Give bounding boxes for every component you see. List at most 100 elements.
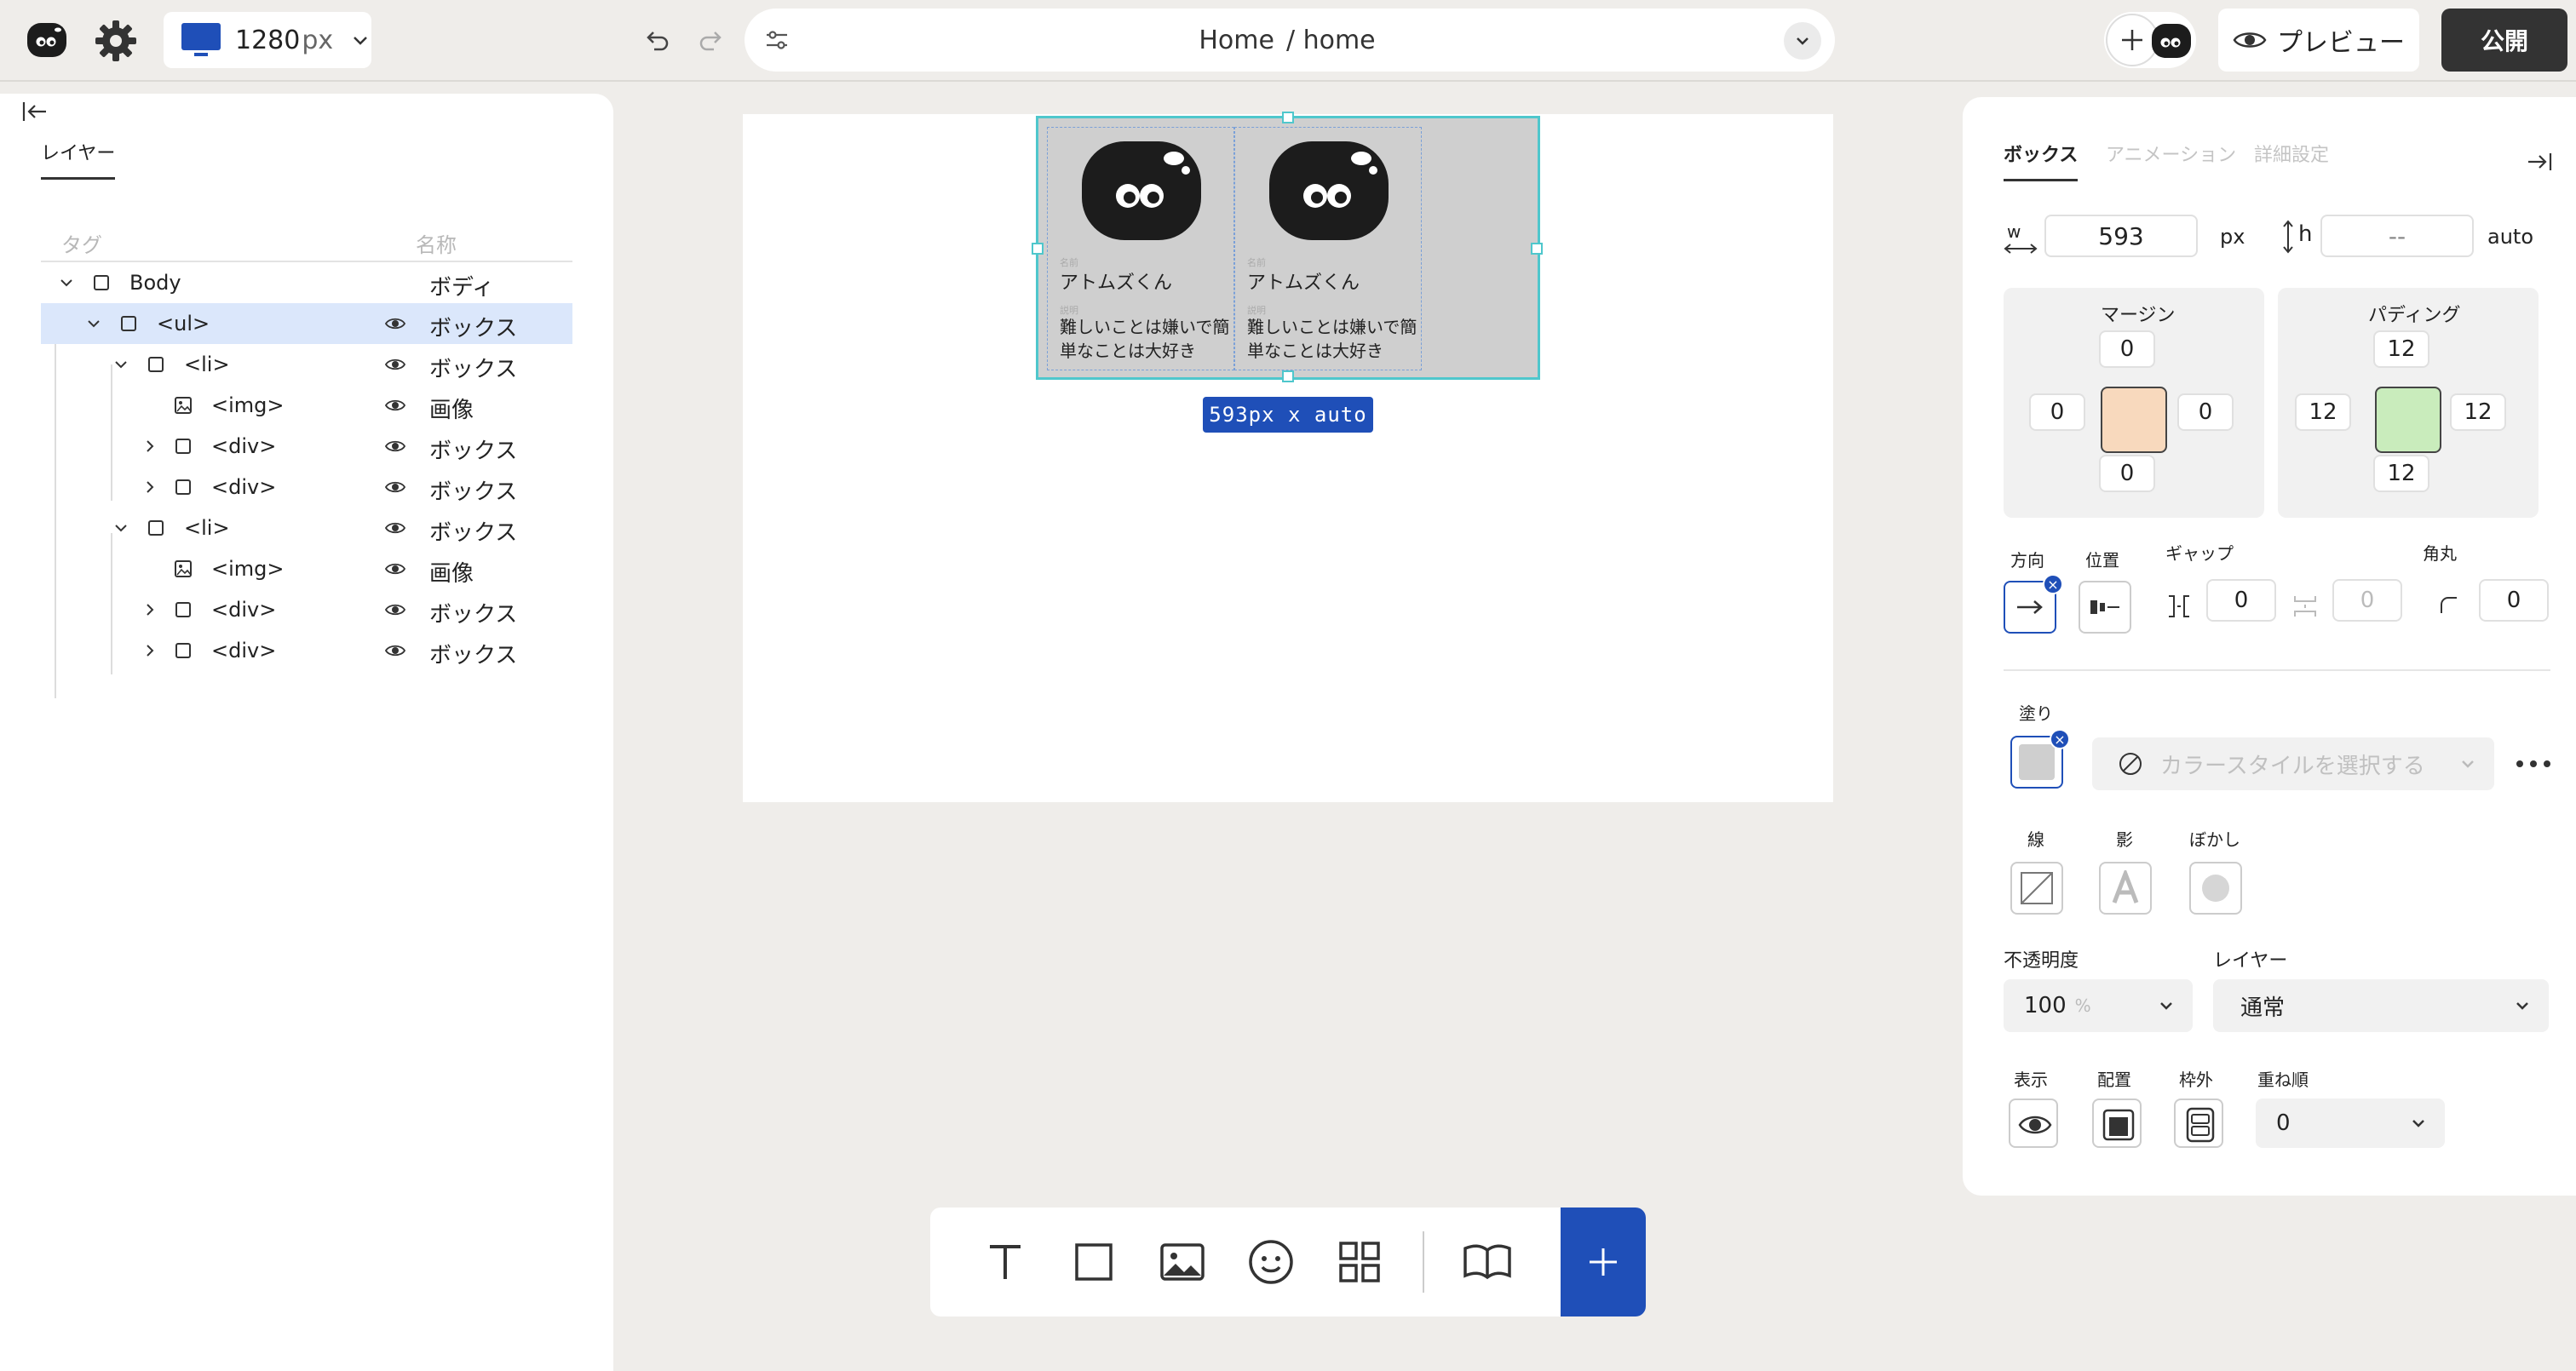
layer-tag: <div> xyxy=(211,434,277,458)
tab-animation[interactable]: アニメーション xyxy=(2106,140,2236,167)
eye-icon[interactable] xyxy=(385,601,405,618)
card-item[interactable]: 名前 アトムズくん 説明 難しいことは嫌いで簡単なことは大好き xyxy=(1047,127,1234,370)
height-unit: auto xyxy=(2487,225,2534,249)
padding-bottom-input[interactable]: 12 xyxy=(2373,455,2429,492)
layout-toggle[interactable] xyxy=(2092,1099,2142,1148)
margin-right-input[interactable]: 0 xyxy=(2177,393,2234,431)
resize-handle-right[interactable] xyxy=(1531,243,1543,255)
atoms-mascot-image[interactable] xyxy=(1078,136,1205,244)
eye-icon[interactable] xyxy=(385,438,405,455)
chevron-right-icon[interactable] xyxy=(141,479,158,496)
width-input[interactable]: 593 xyxy=(2044,215,2198,257)
eye-icon[interactable] xyxy=(385,356,405,373)
eye-icon[interactable] xyxy=(385,560,405,577)
blend-mode-select[interactable]: 通常 xyxy=(2213,979,2549,1032)
clear-fill-icon[interactable]: × xyxy=(2050,729,2070,749)
viewport-width-selector[interactable]: 1280px xyxy=(164,12,371,68)
layer-row-body[interactable]: Body ボディ xyxy=(41,262,572,303)
chevron-right-icon[interactable] xyxy=(141,438,158,455)
color-style-select[interactable]: カラースタイルを選択する xyxy=(2092,737,2494,790)
tab-box[interactable]: ボックス xyxy=(2004,140,2079,181)
layer-row-div[interactable]: <div> ボックス xyxy=(41,467,572,508)
gap-input[interactable]: 0 xyxy=(2206,579,2276,622)
atoms-mascot-image[interactable] xyxy=(1266,136,1392,244)
settings-gear-icon[interactable] xyxy=(94,19,138,63)
layer-row-div[interactable]: <div> ボックス xyxy=(41,589,572,630)
radius-input[interactable]: 0 xyxy=(2479,579,2549,622)
chevron-right-icon[interactable] xyxy=(141,642,158,659)
gap-vertical-icon xyxy=(2294,596,2316,617)
margin-bottom-input[interactable]: 0 xyxy=(2099,455,2155,492)
resize-handle-top[interactable] xyxy=(1282,112,1294,123)
layer-row-img[interactable]: <img> 画像 xyxy=(41,548,572,589)
eye-icon[interactable] xyxy=(385,642,405,659)
selected-ul-box[interactable]: 名前 アトムズくん 説明 難しいことは嫌いで簡単なことは大好き 名前 アトムズく… xyxy=(1032,112,1543,382)
layer-name: ボックス xyxy=(429,479,518,505)
redo-icon[interactable] xyxy=(697,26,727,56)
card-item[interactable]: 名前 アトムズくん 説明 難しいことは嫌いで簡単なことは大好き xyxy=(1234,127,1422,370)
library-book-icon[interactable] xyxy=(1460,1235,1515,1289)
margin-top-input[interactable]: 0 xyxy=(2099,330,2155,368)
add-element-button[interactable] xyxy=(1561,1208,1646,1317)
card-description[interactable]: 難しいことは嫌いで簡単なことは大好き xyxy=(1247,315,1417,363)
eye-icon[interactable] xyxy=(385,519,405,536)
card-description[interactable]: 難しいことは嫌いで簡単なことは大好き xyxy=(1060,315,1230,363)
resize-handle-left[interactable] xyxy=(1032,243,1044,255)
layer-row-img[interactable]: <img> 画像 xyxy=(41,385,572,426)
layer-row-ul[interactable]: <ul> ボックス xyxy=(41,303,572,344)
chevron-down-icon[interactable] xyxy=(112,356,129,373)
tab-advanced[interactable]: 詳細設定 xyxy=(2254,140,2329,167)
layer-tree-header: タグ 名称 xyxy=(41,221,572,262)
card-name[interactable]: アトムズくん xyxy=(1060,267,1172,295)
visibility-toggle[interactable] xyxy=(2009,1099,2058,1148)
shadow-button[interactable] xyxy=(2099,862,2152,915)
emoji-tool-icon[interactable] xyxy=(1244,1235,1298,1289)
chevron-down-icon[interactable] xyxy=(58,274,75,291)
properties-panel: ボックス アニメーション 詳細設定 w 593 px h -- auto マージ… xyxy=(1963,97,2576,1196)
more-options-icon[interactable] xyxy=(2515,758,2552,770)
margin-left-input[interactable]: 0 xyxy=(2029,393,2085,431)
layer-tag: <div> xyxy=(211,639,277,663)
layer-row-div[interactable]: <div> ボックス xyxy=(41,426,572,467)
page-selector[interactable]: Home / home xyxy=(745,9,1835,72)
avatar[interactable] xyxy=(2148,17,2194,63)
box-tool-icon[interactable] xyxy=(1067,1235,1121,1289)
stroke-button[interactable] xyxy=(2010,862,2063,915)
layer-tag: Body xyxy=(129,271,181,295)
height-input[interactable]: -- xyxy=(2320,215,2474,257)
insert-toolbar xyxy=(930,1208,1646,1317)
chevron-down-icon[interactable] xyxy=(85,315,102,332)
blur-button[interactable] xyxy=(2189,862,2242,915)
publish-button[interactable]: 公開 xyxy=(2441,9,2567,72)
layer-row-li[interactable]: <li> ボックス xyxy=(41,344,572,385)
undo-icon[interactable] xyxy=(641,26,671,56)
gap-secondary-input[interactable]: 0 xyxy=(2332,579,2402,622)
app-logo-icon[interactable] xyxy=(26,19,68,61)
image-tool-icon[interactable] xyxy=(1155,1235,1210,1289)
eye-icon[interactable] xyxy=(385,315,405,332)
collapse-left-panel-icon[interactable] xyxy=(19,95,51,128)
no-color-icon xyxy=(2119,753,2142,775)
overflow-toggle[interactable] xyxy=(2174,1099,2223,1148)
padding-right-input[interactable]: 12 xyxy=(2450,393,2506,431)
text-tool-icon[interactable] xyxy=(978,1235,1032,1289)
zorder-select[interactable]: 0 xyxy=(2256,1099,2445,1148)
padding-left-input[interactable]: 12 xyxy=(2295,393,2351,431)
eye-icon[interactable] xyxy=(385,479,405,496)
layer-row-li[interactable]: <li> ボックス xyxy=(41,508,572,548)
opacity-select[interactable]: 100 % xyxy=(2004,979,2193,1032)
layer-row-div[interactable]: <div> ボックス xyxy=(41,630,572,671)
collapse-right-panel-icon[interactable] xyxy=(2525,146,2556,177)
tab-layers[interactable]: レイヤー xyxy=(41,138,116,180)
padding-top-input[interactable]: 12 xyxy=(2373,330,2429,368)
position-align-button[interactable] xyxy=(2079,581,2131,634)
resize-handle-bottom[interactable] xyxy=(1282,370,1294,382)
chevron-down-icon[interactable] xyxy=(112,519,129,536)
page-dropdown-button[interactable] xyxy=(1784,22,1821,60)
clear-direction-icon[interactable]: × xyxy=(2043,574,2063,594)
preview-button[interactable]: プレビュー xyxy=(2218,9,2419,72)
card-name[interactable]: アトムズくん xyxy=(1247,267,1360,295)
components-grid-icon[interactable] xyxy=(1332,1235,1387,1289)
eye-icon[interactable] xyxy=(385,397,405,414)
chevron-right-icon[interactable] xyxy=(141,601,158,618)
